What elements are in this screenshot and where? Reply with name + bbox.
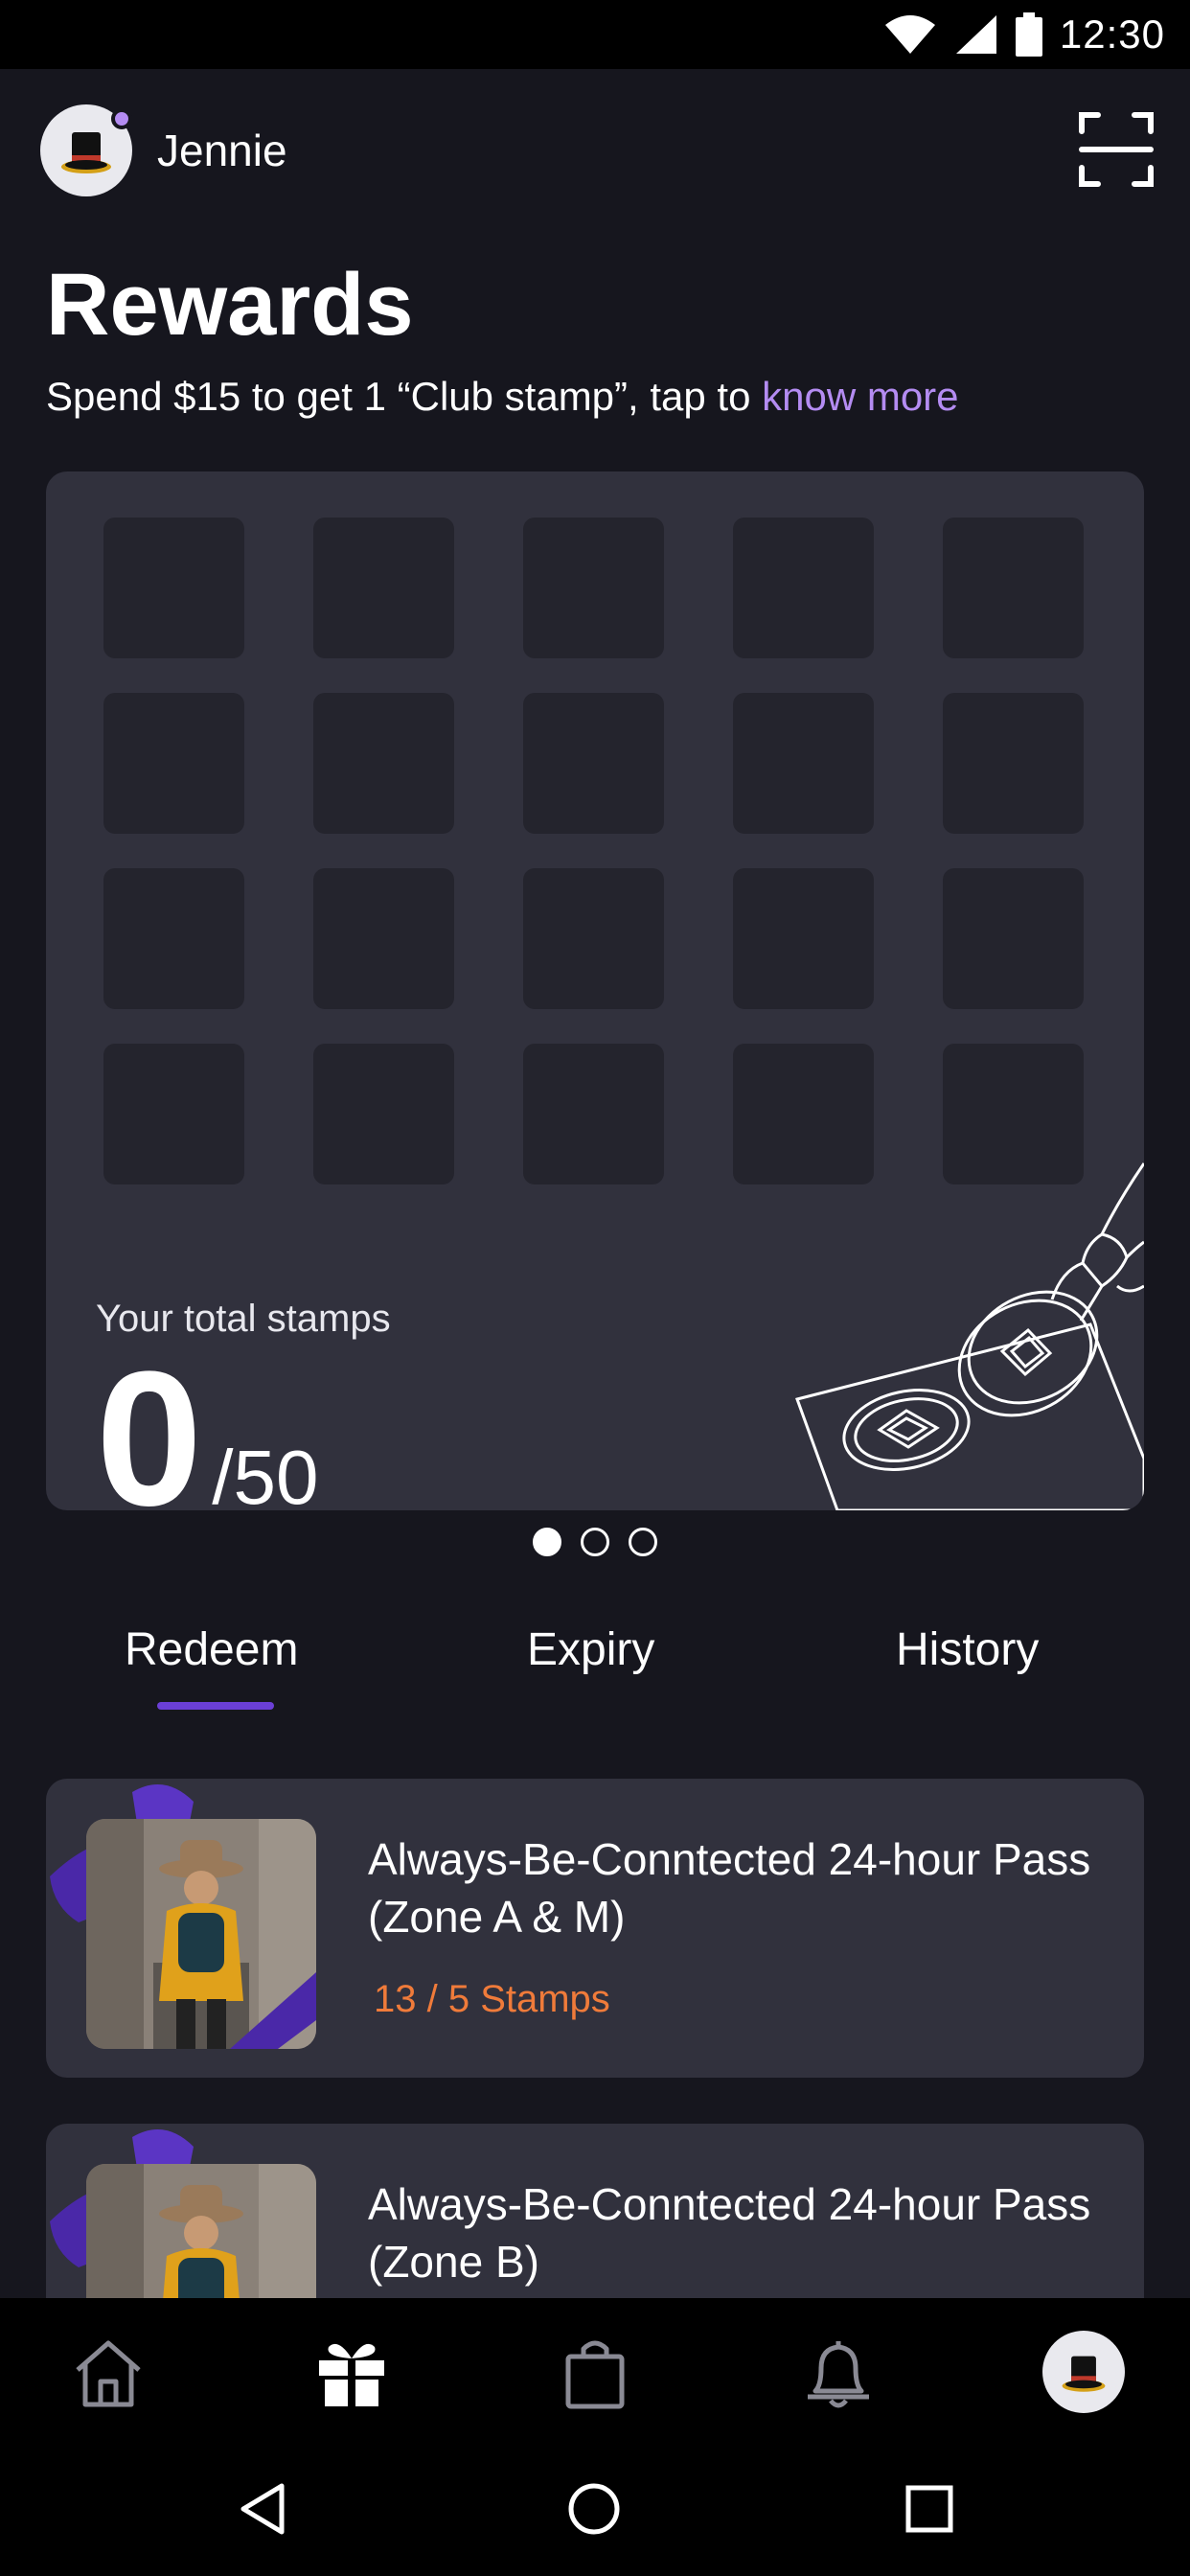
nav-rewards[interactable] [309, 2329, 395, 2415]
active-tab-indicator [157, 1702, 274, 1710]
recent-apps-icon[interactable] [901, 2480, 958, 2538]
stamp-slot [103, 868, 244, 1009]
stamp-card-pager [0, 1528, 1190, 1556]
total-stamps-value: 0 /50 [96, 1332, 319, 1511]
reward-title: Always-Be-Conntected 24-hour Pass (Zone … [368, 1834, 1091, 1942]
tab-redeem[interactable]: Redeem [125, 1623, 298, 1676]
nav-shop[interactable] [552, 2329, 638, 2415]
reward-stamps: 13 / 5 Stamps [374, 1978, 610, 2020]
signal-icon [955, 15, 996, 54]
shopping-bag-icon [565, 2340, 625, 2409]
reward-image [40, 1763, 328, 2051]
page-subtitle: Spend $15 to get 1 “Club stamp”, tap to … [46, 374, 959, 420]
bell-icon [808, 2341, 869, 2408]
stamp-slot [313, 868, 454, 1009]
know-more-link[interactable]: know more [762, 374, 958, 419]
pager-dot[interactable] [629, 1528, 657, 1556]
top-hat-icon [61, 132, 111, 173]
rewards-tabs: Redeem Expiry History [0, 1602, 1190, 1725]
battery-icon [1015, 12, 1042, 57]
stamps-collected: 0 [96, 1332, 203, 1511]
nav-profile[interactable] [1041, 2329, 1127, 2415]
ribbon-icon [230, 1972, 316, 2049]
bottom-nav [0, 2298, 1190, 2442]
reward-image [40, 2108, 328, 2298]
stamp-illustration-icon [795, 1162, 1144, 1510]
stamp-slot [943, 518, 1084, 658]
back-icon[interactable] [234, 2480, 291, 2538]
stamp-slot [313, 693, 454, 834]
nav-notifications[interactable] [795, 2329, 881, 2415]
notification-dot [111, 108, 132, 129]
tab-expiry[interactable]: Expiry [527, 1623, 654, 1676]
stamp-slot [733, 693, 874, 834]
status-time: 12:30 [1059, 12, 1165, 57]
stamp-slot [103, 693, 244, 834]
avatar[interactable] [40, 104, 132, 196]
reward-photo [86, 1819, 316, 2049]
reward-photo [86, 2164, 316, 2298]
profile-header[interactable]: Jennie [40, 104, 287, 196]
stamp-slot [103, 518, 244, 658]
status-bar: 12:30 [0, 0, 1190, 69]
gift-icon [319, 2343, 384, 2406]
system-navigation-bar [0, 2442, 1190, 2576]
pager-dot[interactable] [581, 1528, 609, 1556]
stamp-slot [523, 1044, 664, 1184]
stamp-slot [523, 693, 664, 834]
stamp-slot [523, 868, 664, 1009]
stamp-slot [733, 518, 874, 658]
stamp-grid [103, 518, 1084, 1184]
stamps-max: /50 [212, 1435, 319, 1510]
pager-dot-active[interactable] [533, 1528, 561, 1556]
tab-history[interactable]: History [896, 1623, 1039, 1676]
reward-card[interactable]: Always-Be-Conntected 24-hour Pass (Zone … [46, 1779, 1144, 2078]
profile-avatar-icon [1042, 2331, 1125, 2413]
wifi-icon [884, 15, 935, 54]
reward-card[interactable]: Always-Be-Conntected 24-hour Pass (Zone … [46, 2124, 1144, 2298]
username: Jennie [157, 126, 287, 175]
stamp-card[interactable]: Your total stamps 0 /50 [46, 472, 1144, 1510]
top-hat-icon [1062, 2356, 1106, 2392]
subtitle-text: Spend $15 to get 1 “Club stamp”, tap to [46, 374, 763, 419]
stamp-slot [313, 518, 454, 658]
stamp-slot [943, 693, 1084, 834]
scan-frame-icon[interactable] [1079, 112, 1154, 187]
rewards-screen: Jennie Rewards Spend $15 to get 1 “Club … [0, 69, 1190, 2298]
stamp-slot [523, 518, 664, 658]
stamp-slot [943, 868, 1084, 1009]
home-circle-icon[interactable] [565, 2480, 623, 2538]
stamp-slot [103, 1044, 244, 1184]
home-icon [76, 2340, 141, 2407]
stamp-slot [313, 1044, 454, 1184]
reward-title: Always-Be-Conntected 24-hour Pass (Zone … [368, 2179, 1091, 2287]
reward-list: Always-Be-Conntected 24-hour Pass (Zone … [0, 1723, 1190, 2298]
stamp-slot [733, 868, 874, 1009]
nav-home[interactable] [65, 2329, 151, 2415]
page-title: Rewards [46, 256, 414, 354]
